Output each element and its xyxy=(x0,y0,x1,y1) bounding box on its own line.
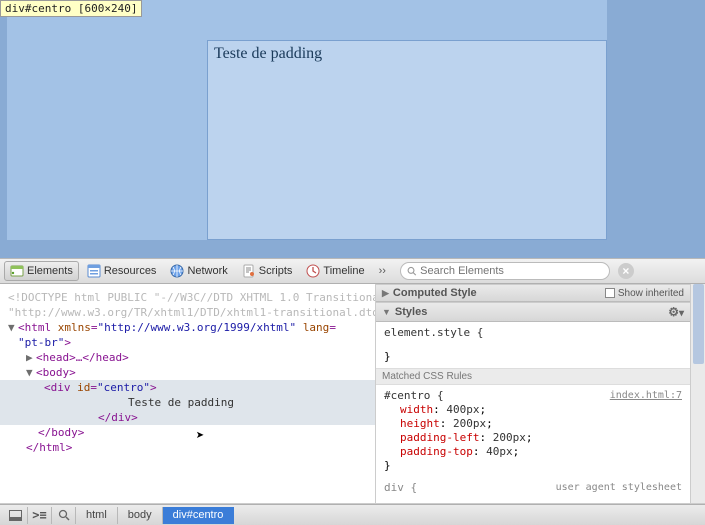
network-icon xyxy=(170,264,184,278)
resources-icon xyxy=(87,264,101,278)
tab-scripts-label: Scripts xyxy=(259,265,293,277)
disclosure-right-icon[interactable]: ▶ xyxy=(26,350,36,365)
centro-text: Teste de padding xyxy=(214,45,322,62)
disclosure-down-icon[interactable]: ▼ xyxy=(8,320,18,335)
computed-style-header[interactable]: ▶ Computed Style Show inherited xyxy=(376,284,690,302)
tag-html: <html xyxy=(18,321,58,334)
close-devtools-button[interactable]: × xyxy=(618,263,634,279)
tab-scripts[interactable]: Scripts xyxy=(236,261,299,281)
inspect-button[interactable] xyxy=(52,507,76,524)
tab-elements-label: Elements xyxy=(27,265,73,277)
doctype-line: <!DOCTYPE html PUBLIC "-//W3C//DTD XHTML… xyxy=(8,290,367,305)
show-inherited-checkbox[interactable]: Show inherited xyxy=(605,288,684,299)
tab-network-label: Network xyxy=(187,265,227,277)
tab-resources-label: Resources xyxy=(104,265,157,277)
scroll-thumb[interactable] xyxy=(693,284,704,364)
disclosure-down-icon[interactable]: ▼ xyxy=(382,307,391,317)
crumb-centro-label: div#centro xyxy=(173,509,224,521)
matched-rules-header: Matched CSS Rules xyxy=(376,368,690,385)
disclosure-down-icon[interactable]: ▼ xyxy=(26,365,36,380)
tab-resources[interactable]: Resources xyxy=(81,261,163,281)
styles-panel: ▶ Computed Style Show inherited ▼ Styles… xyxy=(375,284,705,503)
source-link-ua: user agent stylesheet xyxy=(556,481,682,495)
prop-padding-left[interactable]: padding-left: 200px; xyxy=(384,431,682,445)
source-link[interactable]: index.html:7 xyxy=(610,389,682,403)
crumb-body[interactable]: body xyxy=(118,507,163,524)
checkbox-icon xyxy=(605,288,615,298)
search-input[interactable] xyxy=(420,265,603,277)
doctype-line-2: "http://www.w3.org/TR/xhtml1/DTD/xhtml1-… xyxy=(8,305,367,320)
div-ua-rule[interactable]: user agent stylesheet div { xyxy=(376,477,690,499)
styles-section-label: Styles xyxy=(395,306,427,318)
prop-width[interactable]: width: 400px; xyxy=(384,403,682,417)
body-open[interactable]: ▼<body> xyxy=(8,365,367,380)
disclosure-right-icon[interactable]: ▶ xyxy=(382,288,389,299)
close-icon: × xyxy=(622,264,629,278)
centro-highlight: Teste de padding xyxy=(7,0,607,240)
brace-close: } xyxy=(384,459,682,473)
tab-network[interactable]: Network xyxy=(164,261,233,281)
prop-height[interactable]: height: 200px; xyxy=(384,417,682,431)
div-centro-node[interactable]: <div id="centro"> xyxy=(0,380,375,395)
search-icon xyxy=(407,266,417,277)
computed-style-label: Computed Style xyxy=(393,287,477,299)
devtools-toolbar: Elements Resources Network Scripts Timel… xyxy=(0,258,705,284)
toolbar-more[interactable]: ›› xyxy=(373,265,392,277)
scrollbar[interactable] xyxy=(690,284,705,503)
show-inherited-label: Show inherited xyxy=(618,288,684,299)
styles-content[interactable]: ▶ Computed Style Show inherited ▼ Styles… xyxy=(376,284,690,503)
body-close: </body> xyxy=(8,425,367,440)
tab-elements[interactable]: Elements xyxy=(4,261,79,281)
head-node[interactable]: ▶<head>…</head> xyxy=(8,350,367,365)
centro-content-box: Teste de padding xyxy=(207,40,607,240)
status-bar: >≡ html body div#centro xyxy=(0,504,705,525)
console-button[interactable]: >≡ xyxy=(28,507,52,524)
attr-xmlns-val: "http://www.w3.org/1999/xhtml" xyxy=(98,321,297,334)
elements-icon xyxy=(10,264,24,278)
element-tooltip: div#centro [600×240] xyxy=(0,0,142,17)
brace-close: } xyxy=(384,350,682,364)
magnifier-icon xyxy=(58,509,70,521)
attr-lang: lang xyxy=(303,321,330,334)
centro-rule[interactable]: index.html:7 #centro { width: 400px; hei… xyxy=(376,385,690,477)
html-close: </html> xyxy=(8,440,367,455)
tooltip-label: div#centro [600×240] xyxy=(5,2,137,15)
html-lang-val: "pt-br"> xyxy=(8,335,367,350)
dock-button[interactable] xyxy=(4,507,28,524)
elements-panel[interactable]: <!DOCTYPE html PUBLIC "-//W3C//DTD XHTML… xyxy=(0,284,375,503)
element-style-rule[interactable]: element.style { } xyxy=(376,322,690,368)
timeline-icon xyxy=(306,264,320,278)
html-open[interactable]: ▼<html xmlns="http://www.w3.org/1999/xht… xyxy=(8,320,367,335)
tab-timeline-label: Timeline xyxy=(323,265,364,277)
prop-padding-top[interactable]: padding-top: 40px; xyxy=(384,445,682,459)
crumb-html-label: html xyxy=(86,509,107,521)
crumb-centro[interactable]: div#centro xyxy=(163,507,235,524)
rendered-page-preview: Teste de padding div#centro [600×240] xyxy=(0,0,705,258)
search-box[interactable] xyxy=(400,262,610,280)
attr-xmlns: xmlns xyxy=(58,321,91,334)
styles-section-header[interactable]: ▼ Styles ⚙▾ xyxy=(376,302,690,322)
crumb-html[interactable]: html xyxy=(76,507,118,524)
console-icon: >≡ xyxy=(32,508,46,522)
div-close[interactable]: </div> xyxy=(0,410,375,425)
gear-icon[interactable]: ⚙▾ xyxy=(668,305,684,319)
scripts-icon xyxy=(242,264,256,278)
devtools-body: <!DOCTYPE html PUBLIC "-//W3C//DTD XHTML… xyxy=(0,284,705,504)
selector-element-style: element.style { xyxy=(384,326,682,340)
dock-icon xyxy=(9,510,22,521)
text-node[interactable]: Teste de padding xyxy=(0,395,375,410)
crumb-body-label: body xyxy=(128,509,152,521)
tab-timeline[interactable]: Timeline xyxy=(300,261,370,281)
